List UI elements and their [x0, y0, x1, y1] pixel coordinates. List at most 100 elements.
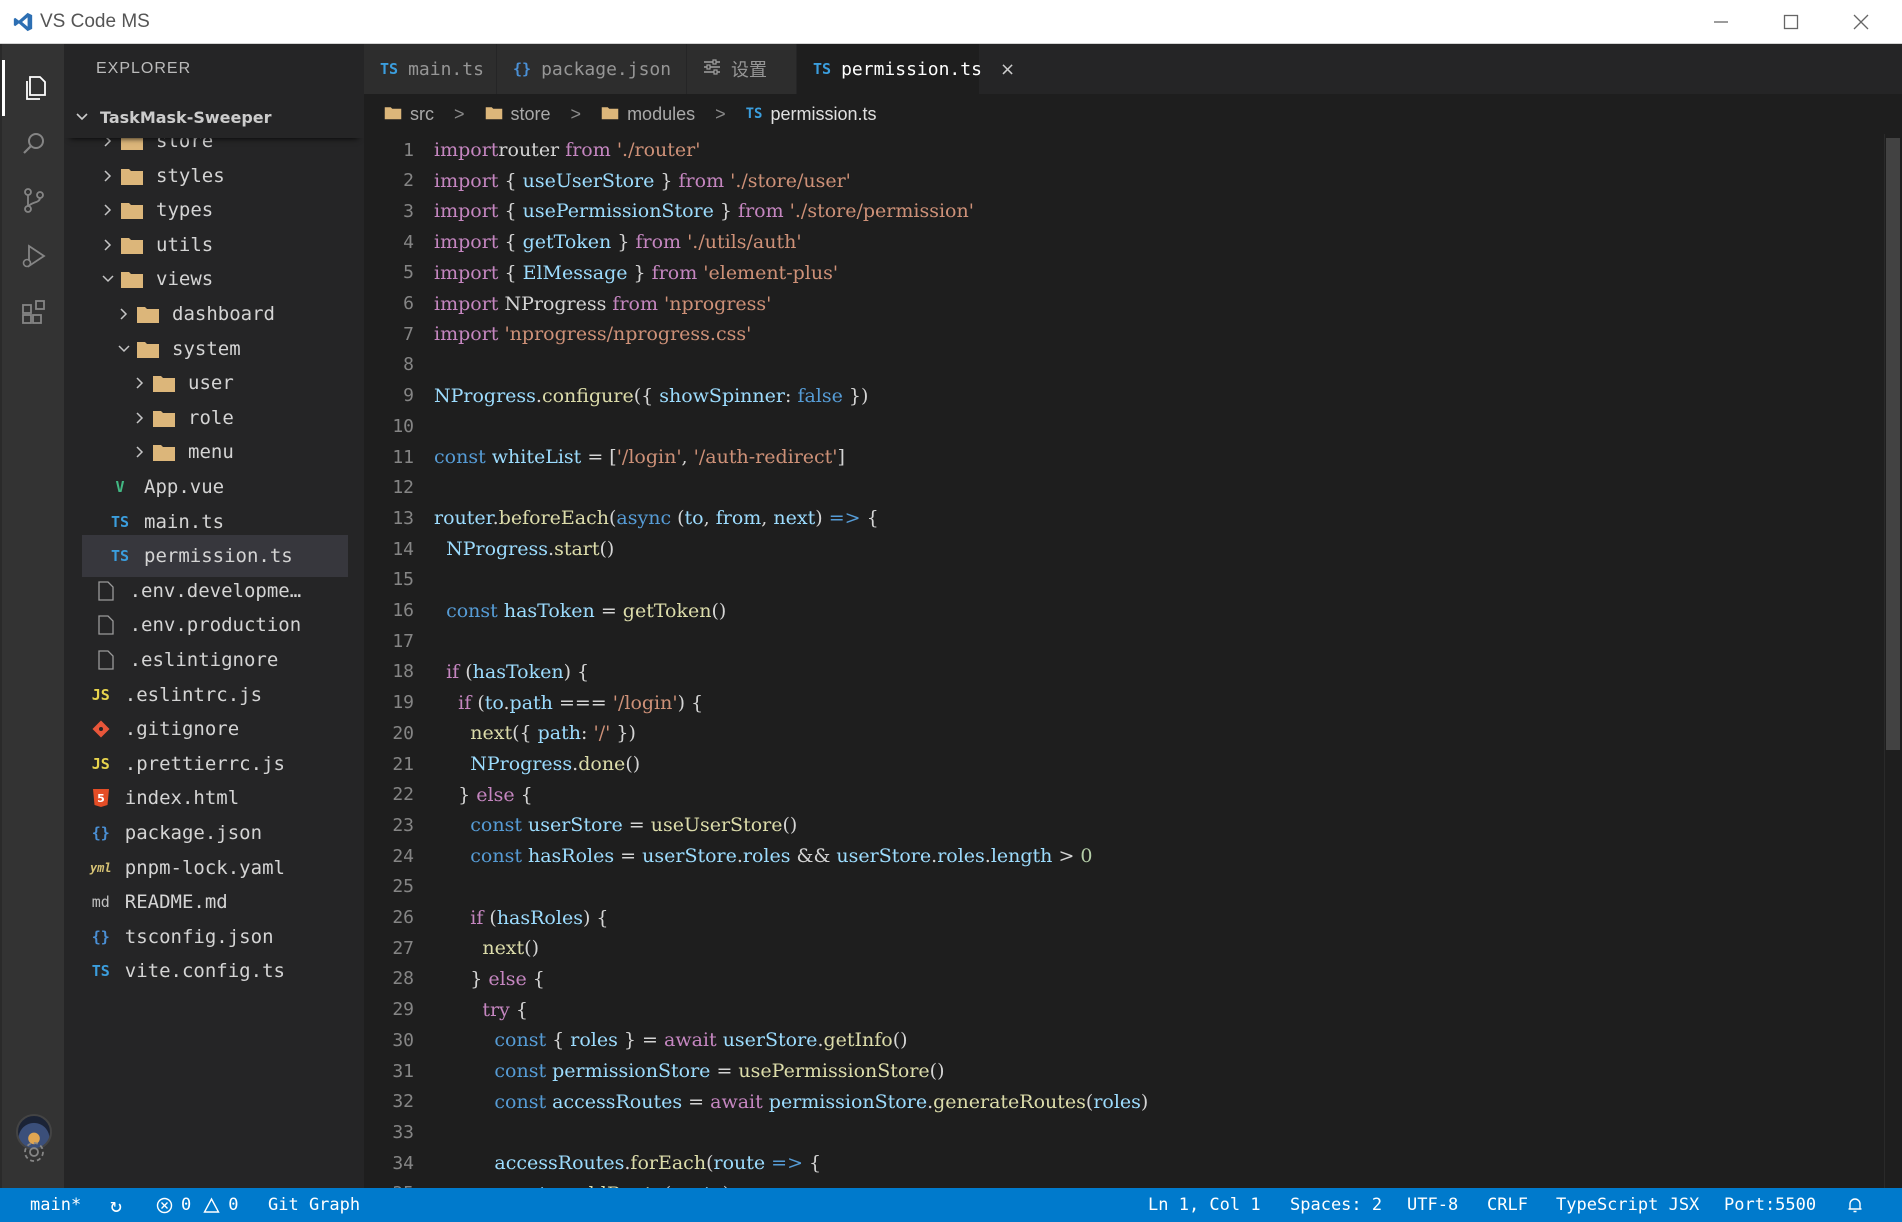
code-token: roles	[1093, 1090, 1141, 1113]
code-token: NProgress	[446, 538, 549, 561]
vue-icon: V	[115, 478, 125, 496]
file-icon	[97, 650, 114, 670]
editor-tab[interactable]: TS main.ts	[364, 44, 497, 94]
run-debug-activity-button[interactable]	[2, 228, 66, 284]
indentation-status[interactable]: Spaces: 2	[1290, 1188, 1382, 1222]
tree-caret[interactable]	[130, 373, 150, 393]
code-token: router	[498, 139, 560, 161]
code-line: 8	[364, 350, 1864, 380]
code-token: {	[498, 231, 523, 254]
tree-caret[interactable]	[98, 166, 118, 186]
code-token: {	[498, 169, 523, 192]
code-token: const	[494, 1090, 547, 1113]
code-line: 2 import { useUserStore } from './store/u…	[364, 166, 1864, 196]
code-text: const permissionStore = usePermissionSto…	[434, 1060, 944, 1082]
cursor-position-status[interactable]: Ln 1, Col 1	[1148, 1188, 1261, 1222]
notifications-button[interactable]	[1846, 1188, 1864, 1222]
code-token: configure	[541, 384, 634, 407]
editor-scrollbar-thumb[interactable]	[1886, 138, 1900, 750]
explorer-activity-button[interactable]	[2, 60, 66, 116]
tree-item-vite-config-ts[interactable]: TS vite.config.ts	[82, 950, 348, 992]
code-token: ) {	[582, 906, 609, 929]
javascript-icon: JS	[91, 685, 110, 704]
editor-tab[interactable]: {} package.json	[497, 44, 687, 94]
tree-caret[interactable]	[130, 442, 150, 462]
manage-activity-button[interactable]	[2, 1124, 66, 1180]
project-header[interactable]: TaskMask-Sweeper	[64, 96, 364, 138]
line-number: 21	[392, 753, 414, 775]
code-token: } =	[617, 1029, 665, 1052]
problems-status[interactable]: 0 0	[156, 1188, 239, 1222]
code-token: next	[482, 937, 525, 960]
code-text: const whiteList = ['/login', '/auth-redi…	[434, 446, 845, 468]
code-text: } else {	[434, 784, 533, 806]
tree-item-label: views	[156, 268, 214, 291]
eol-status[interactable]: CRLF	[1487, 1188, 1528, 1222]
code-token: import	[434, 261, 499, 284]
tree-caret[interactable]	[98, 235, 118, 255]
breadcrumb-item[interactable]: src >	[364, 104, 465, 125]
warning-icon	[203, 1197, 220, 1213]
git-branch-status[interactable]: main*	[30, 1188, 81, 1222]
code-token: {	[526, 967, 545, 990]
code-token: userStore	[642, 845, 737, 868]
code-token: {	[860, 507, 879, 530]
code-token: router	[434, 507, 493, 530]
breadcrumb-item[interactable]: modules >	[581, 104, 726, 125]
code-text: import { useUserStore } from './store/us…	[434, 170, 851, 192]
extensions-activity-button[interactable]	[2, 284, 66, 340]
code-token: userStore	[716, 1029, 818, 1052]
code-token: ()	[524, 937, 539, 960]
tree-caret[interactable]	[114, 304, 134, 324]
tree-caret[interactable]	[114, 339, 134, 359]
code-text: } else {	[434, 968, 545, 990]
editor-tab[interactable]: 设置	[687, 44, 797, 94]
tree-item-label: README.md	[124, 891, 228, 914]
code-token: beforeEach	[498, 507, 609, 530]
maximize-button[interactable]	[1756, 0, 1826, 44]
code-token: import	[434, 169, 499, 192]
breadcrumb-item[interactable]: TS permission.ts	[726, 104, 877, 125]
code-line: 24 const hasRoles = userStore.roles && u…	[364, 841, 1864, 871]
code-token: const	[434, 446, 486, 468]
code-text: NProgress.done()	[434, 753, 640, 775]
source-control-activity-button[interactable]	[2, 172, 66, 228]
code-token: if	[470, 906, 484, 929]
tree-caret[interactable]	[130, 408, 150, 428]
code-line: 29 try {	[364, 995, 1864, 1025]
language-mode-status[interactable]: TypeScript JSX	[1556, 1188, 1699, 1222]
file-tree: store styles types utils views dashboard syste…	[64, 138, 364, 1188]
chevron-right-icon	[136, 377, 144, 389]
code-token: to	[684, 507, 704, 530]
tab-close-icon[interactable]: ×	[1000, 59, 1015, 80]
tree-item-label: types	[156, 199, 214, 222]
editor-tab[interactable]: TS permission.ts ×	[797, 44, 1015, 94]
tree-caret[interactable]	[98, 200, 118, 220]
git-graph-button[interactable]: Git Graph	[268, 1188, 360, 1222]
folder-icon	[121, 203, 143, 220]
tree-caret[interactable]	[98, 269, 118, 289]
line-number: 13	[392, 507, 414, 529]
close-window-button[interactable]	[1826, 0, 1896, 44]
code-token: hasRoles	[521, 845, 615, 868]
chevron-right-icon	[136, 412, 144, 424]
code-editor[interactable]: 1 importrouter from './router' 2 import { u…	[364, 134, 1884, 1188]
code-token: './store/permission'	[783, 200, 974, 223]
search-activity-button[interactable]	[2, 116, 66, 172]
breadcrumb-label: permission.ts	[770, 103, 877, 124]
minimize-button[interactable]	[1686, 0, 1756, 44]
tree-item-label: pnpm-lock.yaml	[124, 856, 285, 879]
code-token: (	[483, 906, 497, 929]
live-server-port-status[interactable]: Port:5500	[1724, 1188, 1816, 1222]
sync-button[interactable]: ↻	[110, 1188, 122, 1222]
code-line: 21 NProgress.done()	[364, 749, 1864, 779]
tree-caret[interactable]	[98, 138, 118, 151]
breadcrumb-item[interactable]: store >	[465, 104, 581, 125]
code-token: false	[797, 384, 843, 407]
encoding-status[interactable]: UTF-8	[1407, 1188, 1458, 1222]
